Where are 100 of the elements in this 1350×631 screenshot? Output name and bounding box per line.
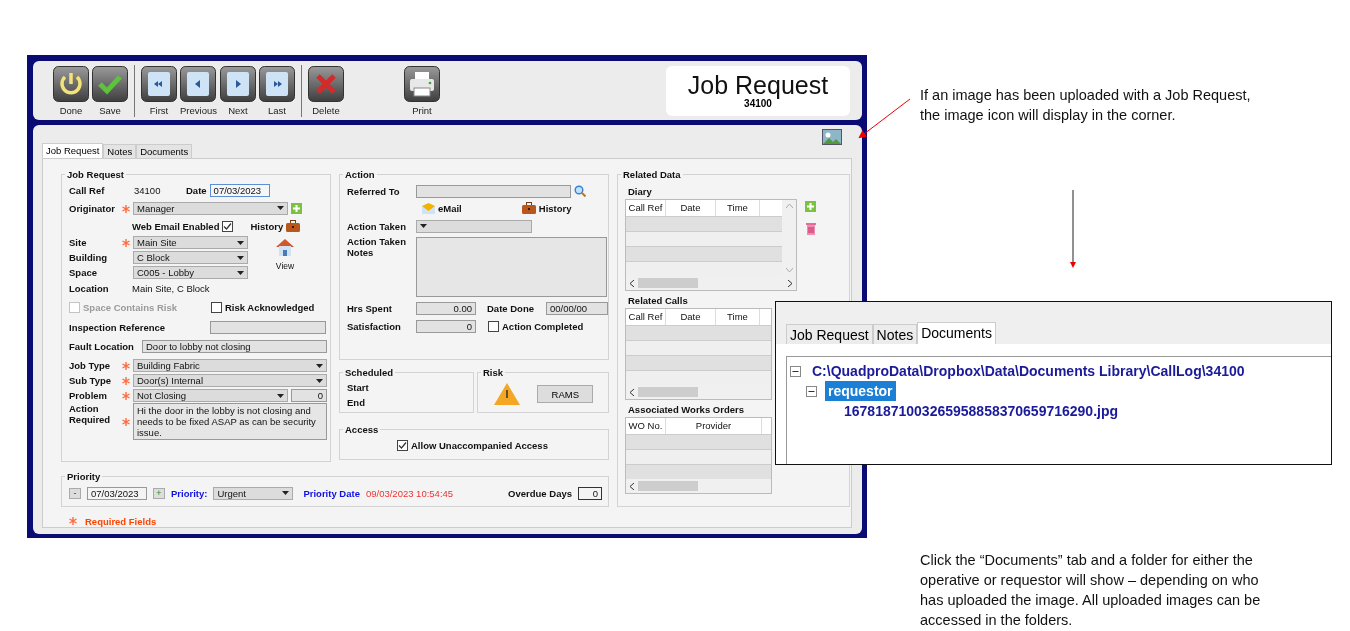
field-label: Overdue Days — [508, 487, 572, 499]
toolbar-button[interactable]: First — [141, 65, 177, 116]
double-left-icon — [141, 65, 177, 102]
left-icon — [180, 65, 217, 102]
dropdown[interactable]: C Block — [133, 251, 248, 264]
field-label: End — [347, 397, 366, 408]
dropdown[interactable]: Door(s) Internal — [133, 374, 327, 387]
caret-icon — [420, 224, 427, 228]
text-field[interactable]: 0.00 — [416, 301, 476, 315]
notes-field[interactable] — [416, 237, 607, 297]
printer-icon — [403, 65, 440, 102]
collapse-icon[interactable] — [806, 385, 817, 397]
text-field[interactable] — [210, 320, 326, 334]
text-area[interactable]: Hi the door in the lobby is not closing and needs to be fixed ASAP as can be security issue. — [133, 403, 327, 440]
date-field[interactable]: 00/00/00 — [546, 301, 608, 315]
tab[interactable]: Job Request — [786, 324, 873, 344]
decrease-button[interactable]: - — [69, 487, 81, 499]
increase-button[interactable]: + — [153, 487, 165, 499]
text-field[interactable]: Door to lobby not closing — [142, 339, 327, 353]
folder-item[interactable]: requestor — [825, 381, 896, 401]
table-title: Diary — [628, 186, 653, 197]
checkbox[interactable] — [397, 439, 408, 451]
date-field[interactable]: 07/03/2023 — [209, 183, 270, 197]
tab[interactable]: Documents — [136, 144, 193, 158]
toolbar-button[interactable]: Print — [403, 65, 440, 116]
checkbox[interactable] — [211, 301, 222, 313]
arrow — [858, 98, 911, 139]
collapse-icon[interactable] — [790, 365, 801, 377]
checkbox-label: Risk Acknowledged — [225, 301, 315, 313]
briefcase-icon — [286, 220, 301, 232]
tab[interactable]: Notes — [103, 144, 137, 158]
image-icon[interactable] — [822, 129, 842, 145]
view-link[interactable]: View — [275, 261, 295, 271]
scroll-up-icon[interactable] — [785, 204, 793, 208]
group-title: Access — [344, 424, 380, 435]
toolbar-button[interactable]: Done — [53, 65, 89, 116]
asterisk-icon — [122, 418, 130, 426]
history-link[interactable]: History — [538, 202, 572, 214]
envelope-icon[interactable] — [422, 202, 435, 214]
tab[interactable]: Notes — [872, 324, 918, 344]
email-link[interactable]: eMail — [438, 202, 462, 214]
text-field[interactable] — [416, 184, 571, 198]
date-field[interactable]: 07/03/2023 — [87, 486, 147, 500]
house-icon[interactable] — [274, 237, 296, 257]
scroll-down-icon[interactable] — [785, 268, 793, 272]
right-icon — [219, 65, 256, 102]
text-field[interactable]: 0 — [416, 319, 476, 333]
checkbox[interactable] — [222, 220, 234, 232]
add-icon[interactable] — [805, 201, 816, 212]
group-title: Priority — [66, 471, 102, 482]
annotation-text: If an image has been uploaded with a Job Request, the image icon will display in the corner. — [920, 86, 1252, 125]
scroll-left-icon[interactable] — [630, 388, 634, 396]
tab[interactable]: Documents — [917, 322, 996, 344]
caret-icon — [237, 270, 244, 275]
group-title: Related Data — [622, 169, 682, 180]
toolbar-button[interactable]: Save — [92, 65, 128, 116]
table-title: Related Calls — [628, 295, 689, 306]
folder-item[interactable]: C:\QuadproData\Dropbox\Data\Documents Library\CallLog\34100 — [809, 361, 1248, 381]
history-link[interactable]: History — [250, 220, 284, 232]
text-field[interactable]: 0 — [578, 486, 602, 500]
field-label: Action Taken — [347, 220, 407, 232]
toolbar-button[interactable]: Previous — [180, 65, 217, 116]
dropdown[interactable]: Manager — [133, 201, 288, 215]
dropdown[interactable] — [416, 219, 532, 233]
warning-icon — [493, 383, 520, 405]
checkbox[interactable] — [488, 320, 499, 332]
field-label: Space — [69, 267, 98, 278]
dropdown[interactable]: Main Site — [133, 236, 248, 249]
scroll-left-icon[interactable] — [630, 482, 634, 490]
field-label: Date — [186, 184, 207, 196]
dropdown[interactable]: Urgent — [213, 486, 294, 500]
add-icon[interactable] — [291, 202, 302, 214]
tab[interactable]: Job Request — [42, 143, 104, 158]
scrollbar[interactable] — [782, 200, 796, 276]
field-label: Priority: — [171, 487, 208, 499]
scroll-left-icon[interactable] — [630, 279, 634, 287]
checkbox-label: Allow Unaccompanied Access — [411, 439, 548, 451]
group-title: Action — [344, 169, 376, 180]
trash-icon[interactable] — [805, 222, 817, 235]
rams-button[interactable]: RAMS — [537, 385, 594, 403]
file-item[interactable]: 16781871003265958858370659716290.jpg — [841, 401, 1122, 421]
field-label: Date Done — [487, 302, 535, 314]
field-label: Location — [69, 282, 110, 294]
scrollbar[interactable] — [626, 385, 771, 399]
field-label: Sub Type — [69, 375, 113, 386]
scroll-right-icon[interactable] — [788, 279, 792, 287]
search-icon[interactable] — [574, 185, 586, 197]
scrollbar[interactable] — [626, 479, 771, 493]
toolbar-button[interactable]: Delete — [307, 65, 344, 116]
group-title: Risk — [482, 367, 505, 378]
count-field[interactable]: 0 — [291, 389, 327, 402]
dropdown[interactable]: Building Fabric — [133, 359, 327, 372]
toolbar-button[interactable]: Last — [258, 65, 295, 116]
dropdown[interactable]: C005 - Lobby — [133, 266, 248, 279]
toolbar-button[interactable]: Next — [219, 65, 256, 116]
dropdown[interactable]: Not Closing — [133, 389, 288, 402]
field-value: 09/03/2023 10:54:45 — [365, 487, 454, 499]
field-value: 34100 — [134, 184, 162, 196]
asterisk-icon — [122, 204, 130, 213]
scrollbar[interactable] — [626, 276, 796, 290]
